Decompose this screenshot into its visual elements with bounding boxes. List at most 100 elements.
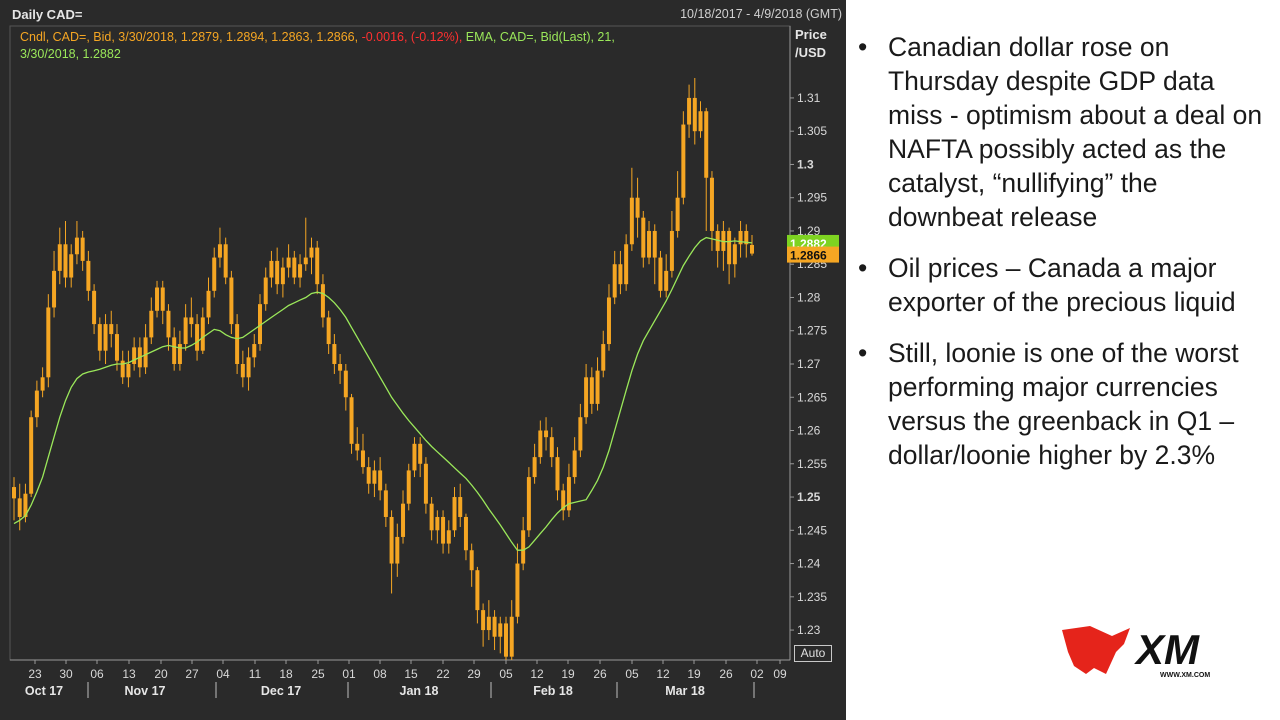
x-tick-label: 27: [185, 667, 199, 681]
candle-body: [46, 307, 51, 378]
y-tick-label: 1.26: [797, 424, 821, 438]
candle-body: [349, 397, 354, 444]
candle-body: [292, 257, 297, 278]
candle-body: [320, 284, 325, 318]
x-tick-label: 12: [530, 667, 544, 681]
candle-body: [498, 623, 503, 637]
candle-body: [709, 177, 714, 231]
bullet-item: • Still, loonie is one of the worst perfo…: [858, 336, 1263, 472]
candle-body: [189, 317, 194, 325]
candle-body: [315, 247, 320, 285]
auto-scale-button[interactable]: Auto: [794, 645, 832, 662]
x-tick-label: 09: [773, 667, 787, 681]
x-tick-label: 06: [90, 667, 104, 681]
candle-body: [681, 124, 686, 198]
candlestick-chart: 1.311.3051.31.2951.291.2851.281.2751.271…: [9, 25, 839, 698]
candle-body: [69, 254, 74, 278]
candle-body: [469, 550, 474, 571]
candle-body: [29, 417, 34, 494]
candle-body: [326, 317, 331, 345]
candle-body: [92, 290, 97, 325]
candle-body: [584, 377, 589, 418]
candle-body: [103, 324, 108, 351]
candle-body: [521, 530, 526, 564]
candle-body: [160, 287, 165, 311]
x-month-label: Jan 18: [400, 684, 439, 698]
candle-body: [446, 530, 451, 544]
candle-body: [126, 364, 131, 378]
bullet-item: • Canadian dollar rose on Thursday despit…: [858, 30, 1263, 234]
x-tick-label: 05: [625, 667, 639, 681]
bullet-dot: •: [858, 338, 868, 368]
close-last-label: 1.2866: [790, 249, 827, 263]
bullet-dot: •: [858, 253, 868, 283]
candle-body: [698, 111, 703, 132]
candle-body: [572, 450, 577, 478]
y-tick-label: 1.31: [797, 91, 821, 105]
candle-body: [132, 347, 137, 364]
candle-body: [463, 516, 468, 551]
candle-body: [612, 264, 617, 298]
candle-body: [750, 244, 754, 254]
candle-body: [589, 377, 594, 404]
x-tick-label: 15: [404, 667, 418, 681]
candle-body: [303, 257, 308, 265]
candle-body: [52, 270, 57, 308]
candle-body: [601, 344, 606, 371]
x-tick-label: 05: [499, 667, 513, 681]
candle-body: [515, 563, 520, 617]
candle-body: [366, 467, 371, 484]
x-tick-label: 12: [656, 667, 670, 681]
candle-body: [606, 297, 611, 345]
candle-body: [647, 230, 652, 258]
price-unit-label-2: /USD: [795, 45, 827, 60]
candle-body: [74, 237, 79, 255]
candle-body: [229, 277, 234, 325]
x-tick-label: 01: [342, 667, 356, 681]
candle-body: [441, 516, 446, 544]
candle-body: [555, 457, 560, 491]
y-tick-label: 1.27: [797, 357, 821, 371]
candle-body: [155, 287, 160, 311]
candle-body: [658, 257, 663, 291]
x-tick-label: 26: [593, 667, 607, 681]
candle-body: [504, 623, 508, 657]
y-tick-label: 1.295: [797, 191, 827, 205]
candle-body: [343, 370, 348, 398]
candle-body: [481, 610, 486, 631]
bullet-text: Still, loonie is one of the worst perfor…: [888, 338, 1239, 470]
x-tick-label: 30: [59, 667, 73, 681]
candle-body: [532, 457, 537, 478]
candle-body: [669, 230, 674, 271]
candle-body: [549, 437, 554, 458]
candle-body: [509, 616, 514, 657]
candle-body: [732, 244, 737, 265]
x-tick-label: 04: [216, 667, 230, 681]
candle-body: [235, 324, 240, 364]
x-tick-label: 02: [750, 667, 764, 681]
date-range: 10/18/2017 - 4/9/2018 (GMT): [680, 7, 842, 21]
legend-ema-text: EMA, CAD=, Bid(Last), 21,: [462, 30, 615, 44]
candle-body: [492, 616, 497, 637]
candle-body: [389, 516, 394, 564]
candle-body: [401, 503, 406, 537]
candle-body: [246, 357, 251, 378]
candle-body: [200, 317, 205, 351]
candle-body: [635, 197, 640, 218]
x-month-label: Dec 17: [261, 684, 301, 698]
candle-body: [109, 324, 114, 335]
candle-body: [675, 197, 680, 231]
x-tick-label: 19: [687, 667, 701, 681]
candle-body: [475, 570, 480, 611]
legend-candle-text: Cndl, CAD=, Bid, 3/30/2018, 1.2879, 1.28…: [20, 30, 359, 44]
candle-body: [360, 450, 365, 468]
x-month-label: Mar 18: [665, 684, 705, 698]
candle-body: [143, 337, 148, 368]
x-tick-label: 11: [249, 667, 262, 681]
candle-body: [217, 244, 222, 258]
candle-body: [486, 616, 491, 631]
candle-body: [172, 337, 177, 364]
candle-body: [429, 503, 434, 531]
candle-body: [166, 310, 171, 338]
candle-body: [412, 443, 417, 471]
